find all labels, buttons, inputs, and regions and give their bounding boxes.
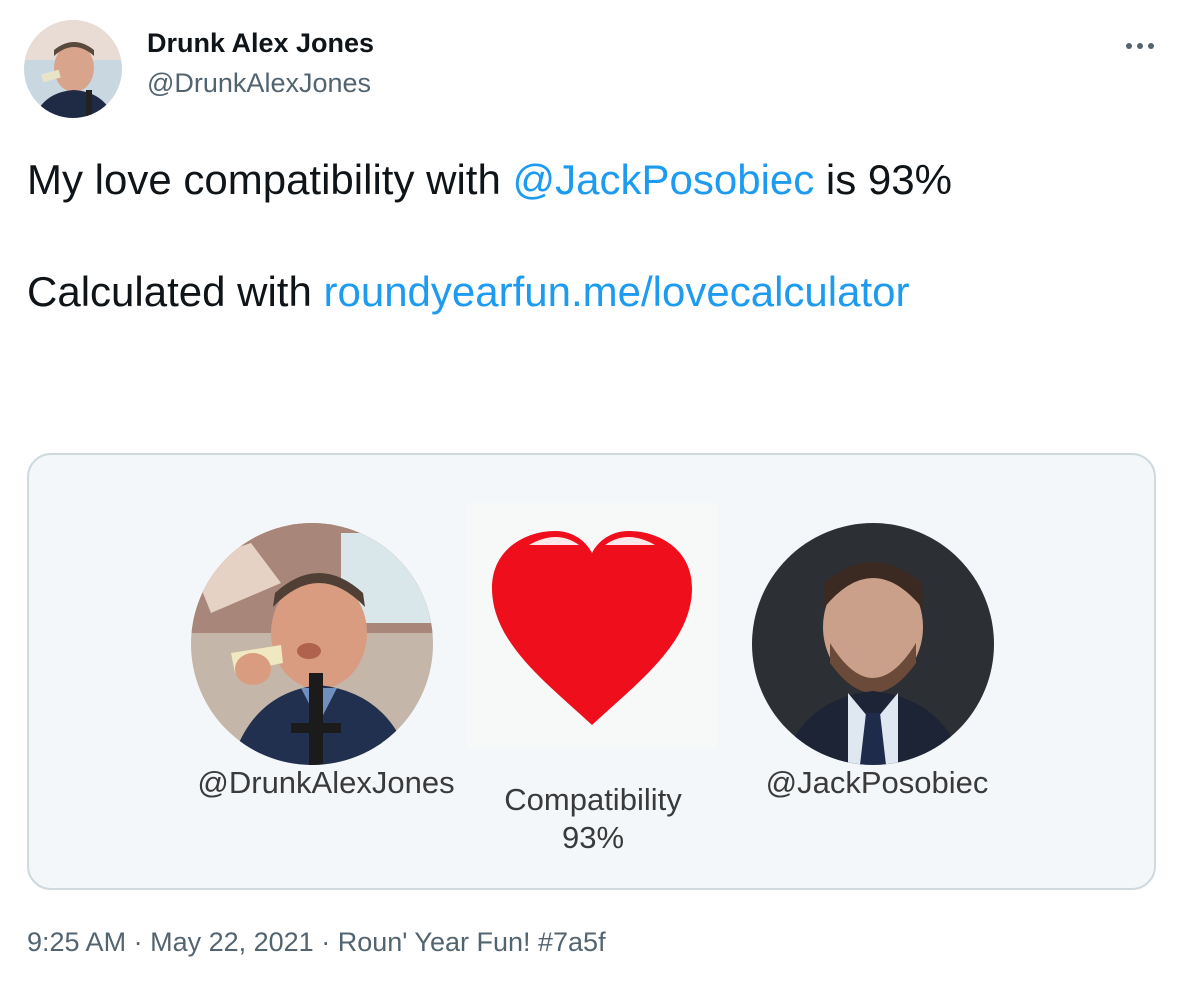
- separator: ·: [321, 927, 338, 957]
- tweet-line-2: Calculated with roundyearfun.me/lovecalc…: [27, 264, 952, 320]
- tweet-date[interactable]: May 22, 2021: [150, 927, 314, 957]
- tweet-time[interactable]: 9:25 AM: [27, 927, 126, 957]
- tweet-source[interactable]: Roun' Year Fun! #7a5f: [338, 927, 606, 957]
- calculated-with-text: Calculated with: [27, 268, 324, 315]
- tweet-text: My love compatibility with @JackPosobiec…: [27, 152, 952, 320]
- tweet-line-1: My love compatibility with @JackPosobiec…: [27, 152, 952, 208]
- media-card[interactable]: @DrunkAlexJones @JackPosobiec Compatibil…: [27, 453, 1156, 890]
- separator: ·: [133, 927, 151, 957]
- compatibility-value: 93%: [561, 820, 625, 855]
- author-handle[interactable]: @DrunkAlexJones: [147, 68, 371, 99]
- mention-link[interactable]: @JackPosobiec: [512, 156, 814, 203]
- compatibility-result: Compatibility 93%: [479, 781, 707, 857]
- author-avatar[interactable]: [24, 20, 122, 118]
- compatibility-label: Compatibility: [504, 782, 682, 817]
- heart-graphic: [467, 503, 717, 749]
- left-profile-photo: [191, 523, 433, 765]
- author-display-name[interactable]: Drunk Alex Jones: [147, 28, 374, 59]
- left-handle-label: @DrunkAlexJones: [197, 765, 455, 800]
- tweet-metadata: 9:25 AM · May 22, 2021 · Roun' Year Fun!…: [27, 927, 606, 958]
- tweet-text-prefix: My love compatibility with: [27, 156, 513, 203]
- tweet-text-suffix: is 93%: [814, 156, 952, 203]
- more-horizontal-icon: [1126, 43, 1154, 49]
- more-options-button[interactable]: [1120, 26, 1160, 66]
- calculator-link[interactable]: roundyearfun.me/lovecalculator: [323, 268, 909, 315]
- right-handle-label: @JackPosobiec: [765, 765, 989, 800]
- right-profile-photo: [752, 523, 994, 765]
